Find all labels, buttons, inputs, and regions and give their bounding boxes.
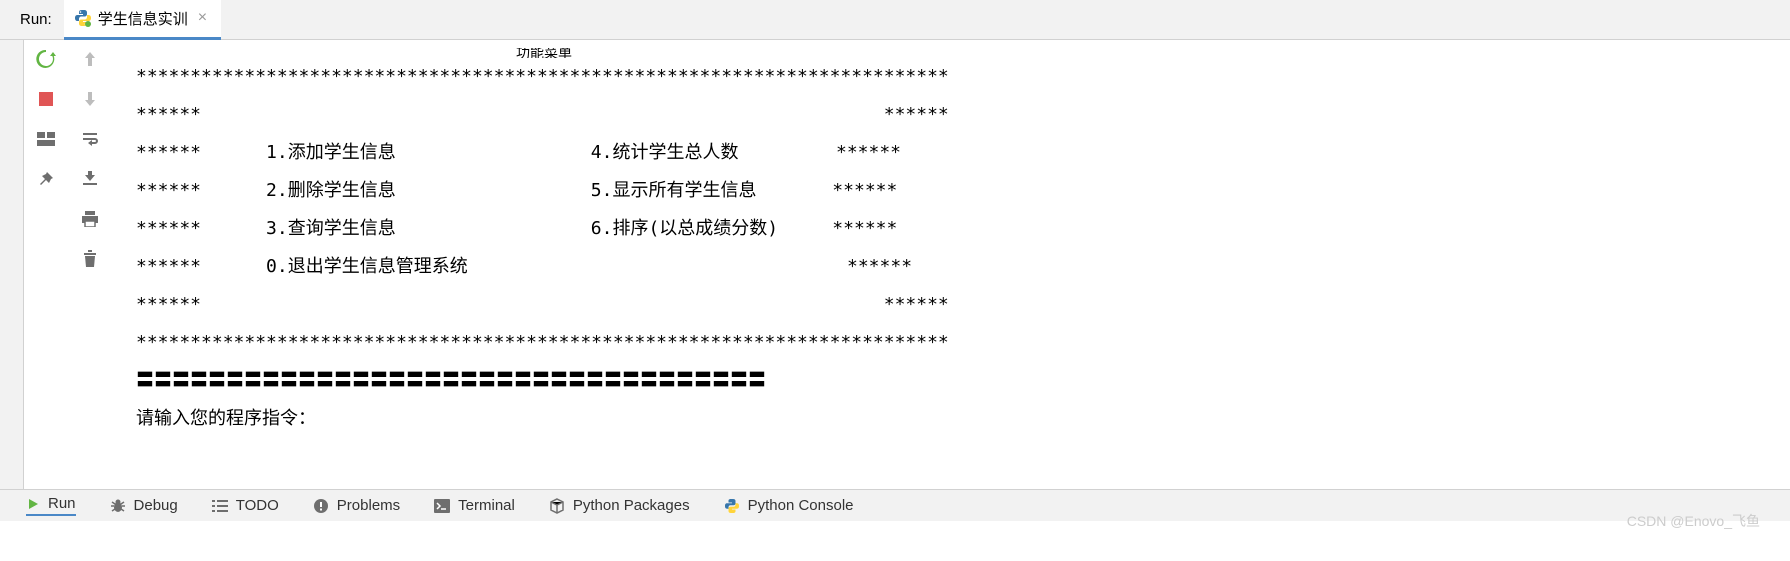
packages-tool-label: Python Packages	[573, 497, 690, 514]
stop-icon[interactable]	[35, 88, 57, 110]
python-file-icon	[74, 9, 92, 27]
python-console-tool-button[interactable]: Python Console	[724, 497, 854, 514]
run-tab-bar: Run: 学生信息实训 ×	[0, 0, 1790, 40]
tab-title: 学生信息实训	[98, 8, 188, 29]
list-icon	[212, 499, 228, 513]
truncated-header: 功能菜单	[516, 48, 1790, 58]
debug-tool-button[interactable]: Debug	[110, 497, 178, 514]
soft-wrap-icon[interactable]	[79, 128, 101, 150]
tool-window-bar: Run Debug TODO Problems Terminal Python …	[0, 489, 1790, 521]
run-label: Run:	[0, 11, 64, 28]
terminal-tool-button[interactable]: Terminal	[434, 497, 515, 514]
problems-tool-label: Problems	[337, 497, 400, 514]
output-line: ****** 2.删除学生信息 5.显示所有学生信息 ******	[136, 180, 897, 201]
output-line: ****************************************…	[136, 332, 949, 353]
output-line: ****** 1.添加学生信息 4.统计学生总人数 ******	[136, 142, 901, 163]
debug-tool-label: Debug	[134, 497, 178, 514]
bug-icon	[110, 498, 126, 514]
run-tab[interactable]: 学生信息实训 ×	[64, 0, 221, 40]
run-toolbar-right	[68, 40, 112, 489]
terminal-tool-label: Terminal	[458, 497, 515, 514]
up-arrow-icon[interactable]	[79, 48, 101, 70]
console-output[interactable]: 功能菜单 ************************************…	[112, 40, 1790, 489]
run-toolbar-left	[24, 40, 68, 489]
output-line: ****** ******	[136, 294, 949, 315]
python-console-tool-label: Python Console	[748, 497, 854, 514]
layout-icon[interactable]	[35, 128, 57, 150]
trash-icon[interactable]	[79, 248, 101, 270]
problems-tool-button[interactable]: Problems	[313, 497, 400, 514]
terminal-icon	[434, 499, 450, 513]
run-tool-label: Run	[48, 495, 76, 512]
output-line: ****************************************…	[136, 66, 949, 87]
left-sidebar: Structure	[0, 40, 24, 489]
output-line: ****** 3.查询学生信息 6.排序(以总成绩分数) ******	[136, 218, 897, 239]
python-icon	[724, 498, 740, 514]
output-line: 〓〓〓〓〓〓〓〓〓〓〓〓〓〓〓〓〓〓〓〓〓〓〓〓〓〓〓〓〓〓〓〓〓〓〓	[136, 370, 766, 391]
todo-tool-label: TODO	[236, 497, 279, 514]
rerun-icon[interactable]	[35, 48, 57, 70]
scroll-to-end-icon[interactable]	[79, 168, 101, 190]
close-icon[interactable]: ×	[194, 9, 211, 27]
warning-icon	[313, 498, 329, 514]
output-line: ****** ******	[136, 104, 949, 125]
packages-icon	[549, 498, 565, 514]
print-icon[interactable]	[79, 208, 101, 230]
packages-tool-button[interactable]: Python Packages	[549, 497, 690, 514]
output-line: 请输入您的程序指令：	[136, 408, 316, 429]
run-tool-button[interactable]: Run	[26, 495, 76, 516]
main-area: Structure	[0, 40, 1790, 489]
output-line: ****** 0.退出学生信息管理系统 ******	[136, 256, 912, 277]
pin-icon[interactable]	[35, 168, 57, 190]
run-icon	[26, 497, 40, 511]
down-arrow-icon[interactable]	[79, 88, 101, 110]
todo-tool-button[interactable]: TODO	[212, 497, 279, 514]
